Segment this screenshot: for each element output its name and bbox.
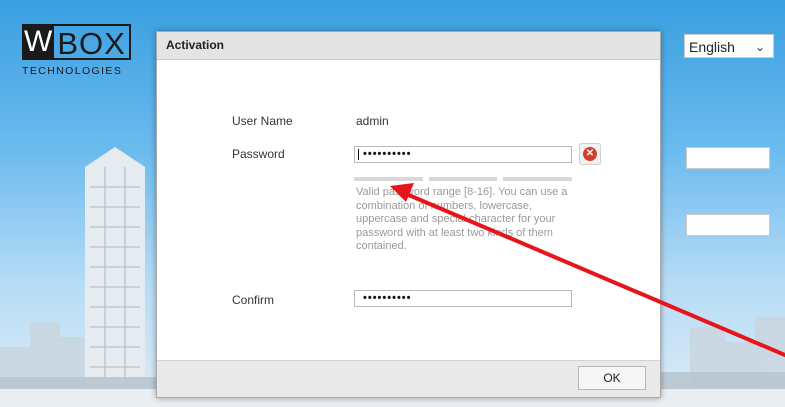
wbox-logo: W BOX TECHNOLOGIES — [22, 24, 134, 86]
hint-line: contained. — [356, 240, 407, 252]
dialog-title: Activation — [157, 32, 660, 60]
dialog-footer: OK — [157, 360, 660, 397]
password-hint: Valid password range [8-16]. You can use… — [356, 186, 586, 254]
close-icon: ✕ — [583, 147, 597, 161]
password-strength-meter — [354, 177, 573, 181]
logo-subtitle: TECHNOLOGIES — [22, 65, 123, 77]
ok-button[interactable]: OK — [578, 366, 646, 390]
username-value: admin — [356, 114, 389, 128]
activation-dialog: Activation User Name admin Password ••••… — [156, 31, 661, 398]
confirm-field[interactable]: •••••••••• — [354, 290, 572, 307]
login-password-input[interactable] — [686, 214, 770, 236]
clear-password-button[interactable]: ✕ — [579, 143, 601, 165]
password-label: Password — [232, 147, 285, 161]
language-selected: English — [689, 39, 735, 55]
confirm-label: Confirm — [232, 293, 275, 307]
hint-line: uppercase and special character for your — [356, 213, 556, 225]
strength-segment-medium — [428, 177, 498, 181]
logo-w: W — [22, 24, 55, 60]
hint-line: combination of numbers, lowercase, — [356, 199, 533, 212]
chevron-down-icon: ⌄ — [754, 40, 765, 54]
strength-segment-strong — [503, 177, 573, 181]
hint-line: password with at least two kinds of them — [356, 226, 553, 239]
confirm-masked-value: •••••••••• — [363, 292, 412, 304]
login-username-input[interactable] — [686, 147, 770, 169]
text-caret — [358, 149, 359, 160]
language-select[interactable]: English ⌄ — [684, 34, 774, 58]
logo-box: BOX — [54, 24, 131, 61]
strength-segment-weak — [354, 177, 423, 181]
hint-line: Valid password range [8-16]. You can use… — [356, 186, 568, 198]
password-masked-value: •••••••••• — [363, 148, 412, 160]
password-field[interactable]: •••••••••• — [354, 146, 572, 163]
username-label: User Name — [232, 114, 293, 128]
